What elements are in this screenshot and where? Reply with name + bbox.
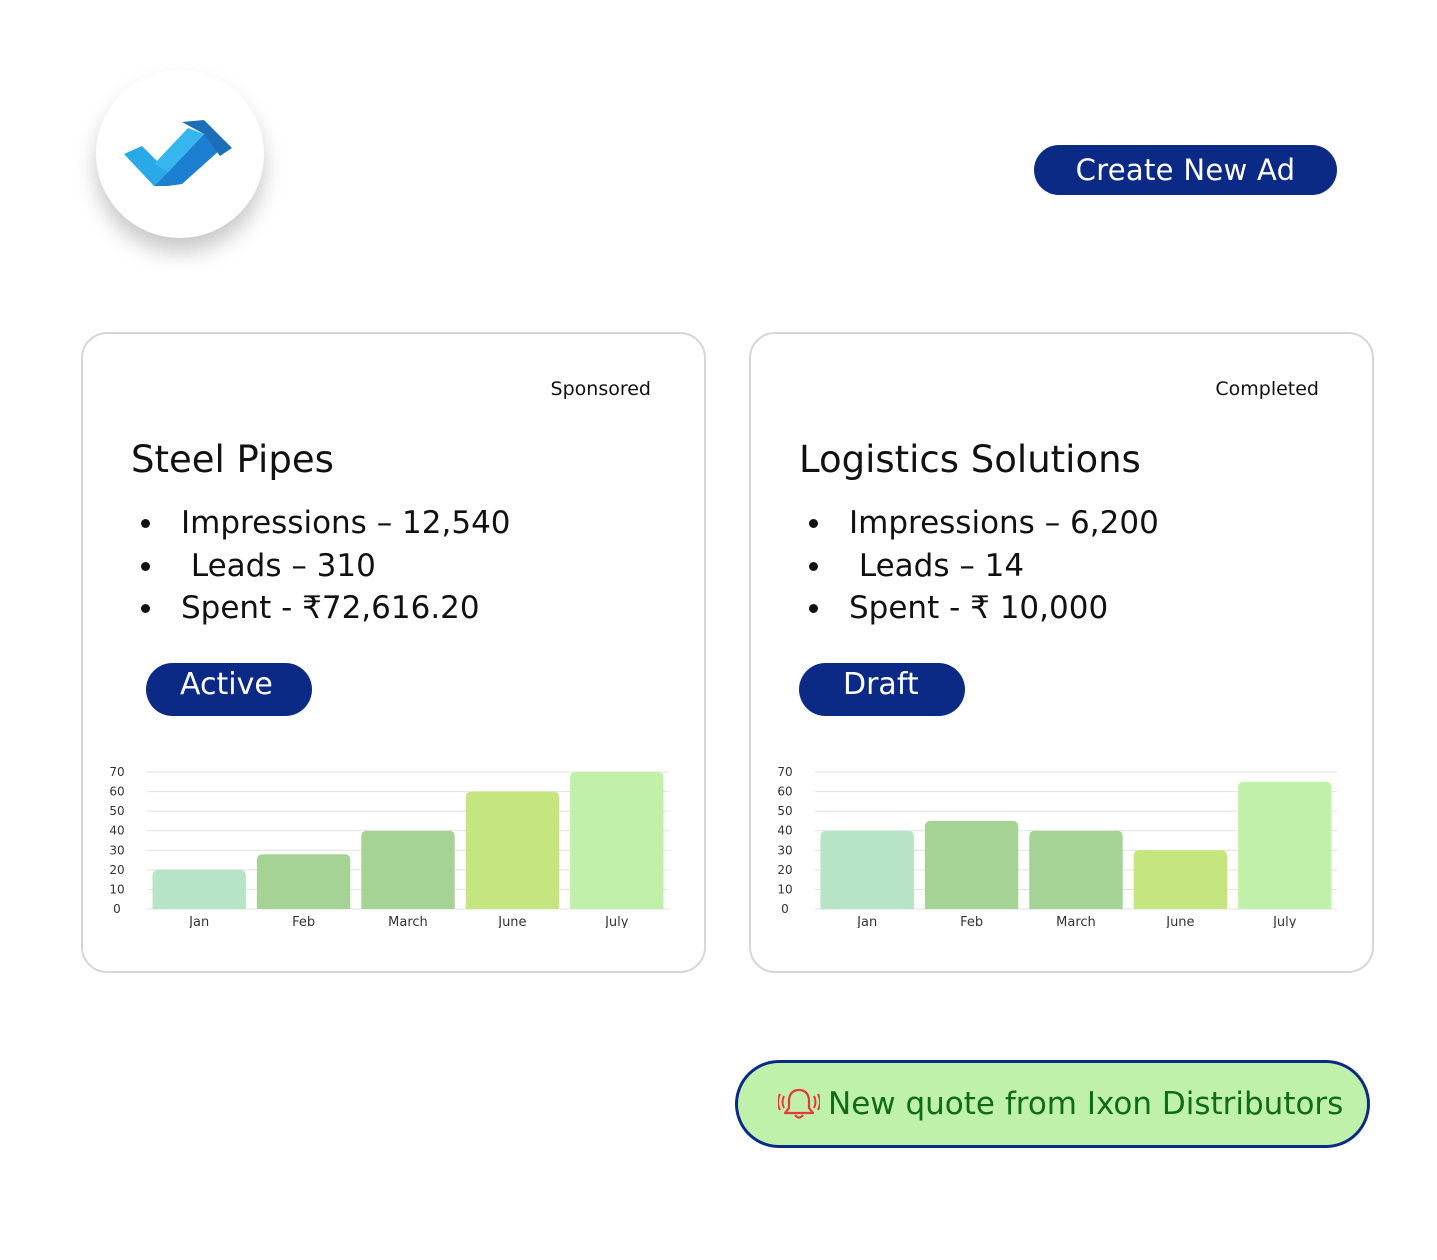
status-badge[interactable]: Active	[146, 663, 312, 716]
chart-bar	[361, 830, 455, 909]
bullet-icon	[809, 519, 818, 528]
notification-text: New quote from Ixon Distributors	[828, 1086, 1344, 1122]
ad-card-steel-pipes[interactable]: Sponsored Steel Pipes Impressions – 12,5…	[81, 332, 706, 973]
chart-bar	[820, 830, 914, 909]
x-tick-label: March	[1056, 915, 1096, 928]
y-tick-label: 70	[109, 765, 124, 779]
y-tick-label: 20	[109, 863, 124, 877]
y-tick-label: 40	[109, 824, 124, 838]
x-tick-label: June	[497, 915, 526, 928]
y-tick-label: 70	[777, 765, 792, 779]
ad-card-logistics-solutions[interactable]: Completed Logistics Solutions Impression…	[749, 332, 1374, 973]
y-tick-label: 10	[109, 882, 124, 896]
chart-bar	[924, 820, 1019, 909]
bell-ringing-icon	[778, 1088, 820, 1119]
x-tick-label: Jan	[856, 915, 877, 928]
create-new-ad-button[interactable]: Create New Ad	[1034, 145, 1337, 195]
chart-bar	[1029, 830, 1123, 909]
ad-title: Steel Pipes	[131, 438, 334, 481]
metric-impressions: Impressions – 6,200	[799, 502, 1159, 545]
bullet-icon	[809, 561, 818, 571]
ad-metrics-list: Impressions – 6,200 Leads – 14 Spent - ₹…	[799, 502, 1159, 630]
x-tick-label: Feb	[292, 915, 315, 928]
x-tick-label: Feb	[960, 915, 983, 928]
y-tick-label: 0	[781, 902, 789, 916]
metric-leads: Leads – 14	[799, 545, 1159, 588]
bullet-icon	[141, 519, 150, 528]
status-badge[interactable]: Draft	[799, 663, 965, 716]
chart-bar	[1238, 781, 1332, 909]
ad-metrics-list: Impressions – 12,540 Leads – 310 Spent -…	[131, 502, 511, 630]
y-tick-label: 40	[777, 824, 792, 838]
bullet-icon	[809, 604, 818, 613]
y-tick-label: 50	[109, 804, 124, 818]
chart-bar	[256, 854, 351, 909]
chart-bar	[1133, 850, 1228, 909]
ad-type-tag: Completed	[1215, 378, 1319, 400]
bullet-icon	[141, 561, 150, 571]
y-tick-label: 50	[777, 804, 792, 818]
x-tick-label: July	[604, 915, 629, 928]
metric-impressions: Impressions – 12,540	[131, 502, 511, 545]
monthly-bar-chart: 0 10 20 30 40 50 60 70 Jan Feb March June July	[777, 765, 1337, 928]
x-tick-label: June	[1165, 915, 1194, 928]
y-tick-label: 30	[777, 843, 792, 857]
y-tick-label: 20	[777, 863, 792, 877]
metric-leads: Leads – 310	[131, 545, 511, 588]
metric-spent: Spent - ₹72,616.20	[131, 587, 511, 630]
brand-logo-icon	[124, 120, 232, 186]
notification-banner[interactable]: New quote from Ixon Distributors	[735, 1060, 1370, 1148]
bullet-icon	[141, 604, 150, 613]
metric-spent: Spent - ₹ 10,000	[799, 587, 1159, 630]
y-tick-label: 60	[109, 785, 124, 799]
ad-title: Logistics Solutions	[799, 438, 1141, 481]
monthly-bar-chart: 0 10 20 30 40 50 60 70 Jan Feb March June July	[109, 765, 669, 928]
ad-type-tag: Sponsored	[550, 378, 651, 400]
x-tick-label: March	[388, 915, 428, 928]
y-tick-label: 0	[113, 902, 121, 916]
chart-bar	[570, 772, 664, 909]
y-tick-label: 60	[777, 785, 792, 799]
chart-bar	[465, 791, 560, 909]
x-tick-label: July	[1272, 915, 1297, 928]
y-tick-label: 10	[777, 882, 792, 896]
logo-badge	[96, 70, 264, 238]
y-tick-label: 30	[109, 843, 124, 857]
chart-bar	[152, 869, 246, 909]
x-tick-label: Jan	[188, 915, 209, 928]
